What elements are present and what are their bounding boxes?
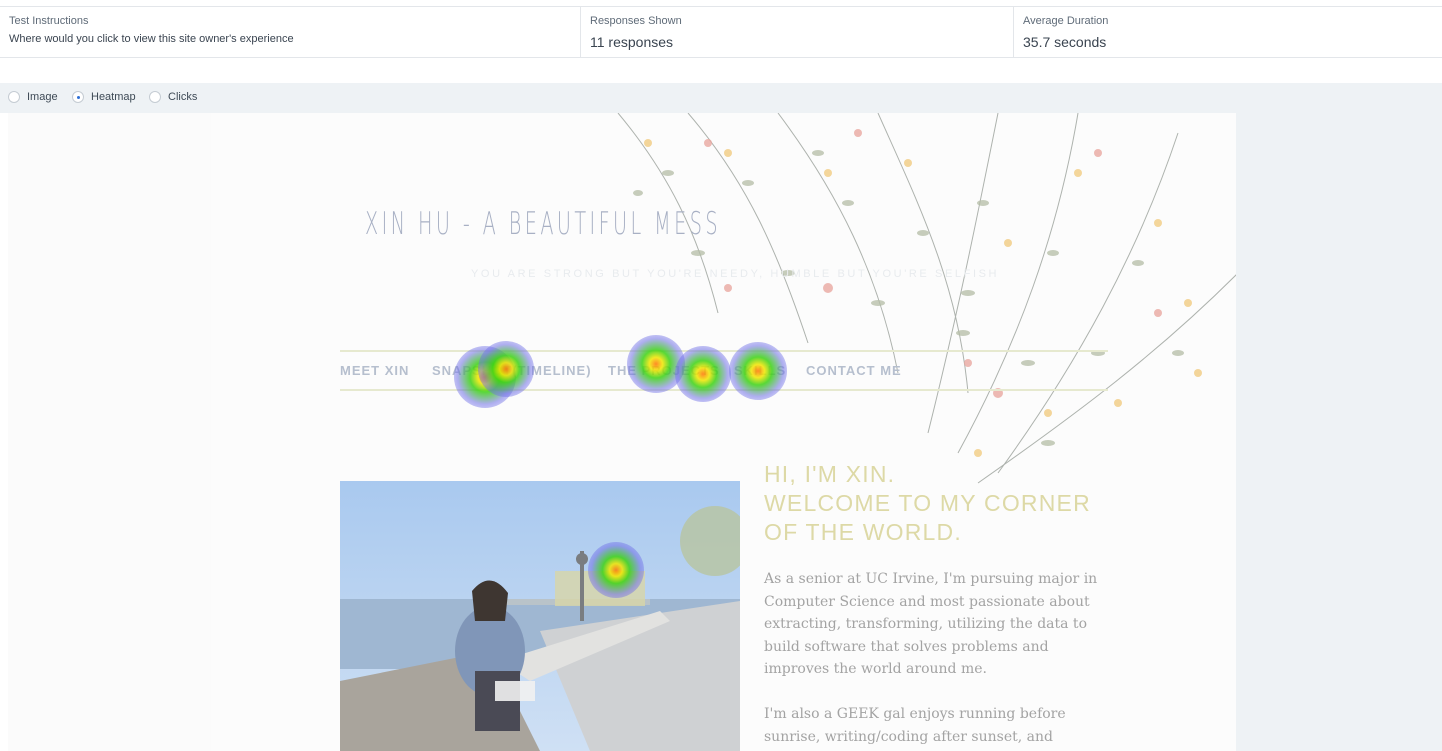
heatmap-radio[interactable] bbox=[72, 91, 84, 103]
floral-decoration bbox=[617, 113, 1236, 484]
image-option-label: Image bbox=[27, 91, 58, 103]
duration-label: Average Duration bbox=[1023, 15, 1109, 27]
clicks-option[interactable]: Clicks bbox=[149, 91, 197, 103]
nav-snapshot-timeline[interactable]: SNAPSHOT(TIMELINE) bbox=[432, 363, 592, 378]
seaside-photo-image bbox=[340, 481, 740, 751]
heatmap-option[interactable]: Heatmap bbox=[72, 91, 136, 103]
bio-1-line-4: build software that solves problems and bbox=[764, 638, 1049, 655]
heatmap-preview: XIN HU - A BEAUTIFUL MESS YOU ARE STRONG… bbox=[8, 113, 1442, 751]
image-option[interactable]: Image bbox=[8, 91, 58, 103]
greeting-line-2: WELCOME TO MY CORNER bbox=[764, 490, 1091, 516]
bio-1-line-2: Computer Science and most passionate abo… bbox=[764, 593, 1090, 610]
clicks-radio[interactable] bbox=[149, 91, 161, 103]
view-switcher: Image Heatmap Clicks bbox=[0, 83, 1442, 113]
nav-bottom-rule bbox=[340, 389, 1108, 391]
profile-photo bbox=[340, 481, 740, 751]
greeting-line-3: OF THE WORLD. bbox=[764, 519, 962, 545]
nav-skills[interactable]: SKILLS bbox=[734, 363, 786, 378]
stats-header: Test Instructions Where would you click … bbox=[0, 6, 1442, 58]
greeting: HI, I'M XIN. WELCOME TO MY CORNER OF THE… bbox=[764, 460, 1091, 547]
site-tagline: YOU ARE STRONG BUT YOU'RE NEEDY, HUMBLE … bbox=[471, 268, 1000, 280]
responses-stat: Responses Shown 11 responses bbox=[581, 7, 1014, 57]
site-title: XIN HU - A BEAUTIFUL MESS bbox=[365, 206, 721, 242]
test-instructions-stat: Test Instructions Where would you click … bbox=[0, 7, 581, 57]
clicks-option-label: Clicks bbox=[168, 91, 198, 103]
duration-value: 35.7 seconds bbox=[1023, 34, 1107, 50]
nav-top-rule bbox=[340, 350, 1108, 352]
site-screenshot: XIN HU - A BEAUTIFUL MESS YOU ARE STRONG… bbox=[8, 113, 1236, 751]
image-radio[interactable] bbox=[8, 91, 20, 103]
bio-1-line-5: improves the world around me. bbox=[764, 661, 987, 677]
bio-2-line-1: I'm also a GEEK gal enjoys running befor… bbox=[764, 706, 1066, 722]
bio-1-line-3: extracting, transforming, utilizing the … bbox=[764, 616, 1087, 632]
responses-value: 11 responses bbox=[590, 34, 674, 50]
responses-label: Responses Shown bbox=[590, 15, 682, 27]
greeting-line-1: HI, I'M XIN. bbox=[764, 461, 896, 487]
bio-2-line-2: sunrise, writing/coding after sunset, an… bbox=[764, 728, 1053, 745]
test-instructions-label: Test Instructions bbox=[9, 15, 89, 27]
bio-1-line-1: As a senior at UC Irvine, I'm pursuing m… bbox=[764, 571, 1098, 587]
bio-paragraph-2: I'm also a GEEK gal enjoys running befor… bbox=[764, 703, 1114, 748]
test-instructions-value: Where would you click to view this site … bbox=[9, 33, 294, 45]
nav-the-projects[interactable]: THE PROJECTS bbox=[608, 363, 720, 378]
heatmap-option-label: Heatmap bbox=[91, 91, 136, 103]
nav-contact-me[interactable]: CONTACT ME bbox=[806, 363, 902, 378]
duration-stat: Average Duration 35.7 seconds bbox=[1014, 7, 1442, 57]
nav-meet-xin[interactable]: MEET XIN bbox=[340, 363, 409, 378]
bio-paragraph-1: As a senior at UC Irvine, I'm pursuing m… bbox=[764, 568, 1114, 681]
